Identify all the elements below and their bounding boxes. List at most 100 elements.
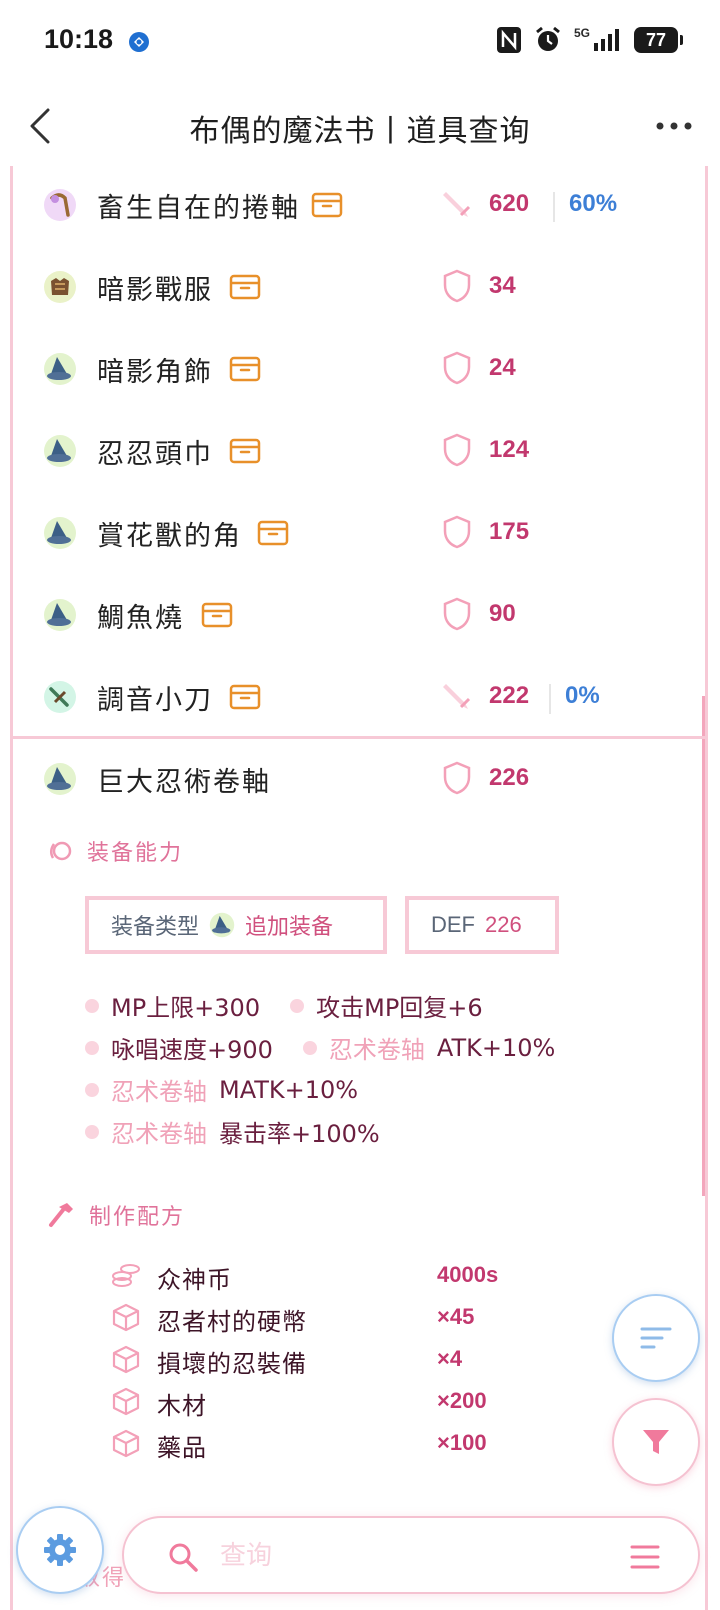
defense-value: 24 (489, 354, 516, 381)
section-title: 装备能力 (87, 841, 184, 866)
recipe-material-name: 众神币 (157, 1266, 232, 1294)
search-icon (169, 1543, 198, 1572)
bullet-dot (85, 1040, 99, 1055)
storage-box-icon (229, 356, 261, 382)
recipe-quantity: ×100 (437, 1430, 487, 1455)
item-row[interactable]: 調音小刀 222 0% (13, 658, 705, 742)
equip-type-label: 装备类型 (111, 915, 200, 940)
attack-value: 222 (489, 682, 530, 709)
defense-value: 34 (489, 272, 516, 299)
search-bar[interactable] (122, 1516, 700, 1594)
recipe-material-name: 藥品 (157, 1434, 207, 1462)
staff-icon (44, 189, 76, 221)
stat-separator (549, 684, 551, 714)
recipe-row[interactable]: 众神币 4000s (111, 1258, 671, 1298)
item-name: 暗影角飾 (97, 357, 213, 388)
recipe-row[interactable]: 忍者村的硬幣 ×45 (111, 1300, 671, 1340)
item-row[interactable]: 畜生自在的捲軸 620 60% (13, 166, 705, 250)
item-list[interactable]: 畜生自在的捲軸 620 60% 暗影戰服 34 暗影角飾 24 忍忍頭巾 124… (10, 166, 708, 1610)
hat-icon (44, 435, 76, 467)
equip-type-tag: 装备类型 追加装备 (85, 896, 387, 954)
swirl-icon (50, 841, 72, 861)
ability-entry: 忍术卷轴 MATK+10% (85, 1072, 358, 1107)
ability-section-header: 装备能力 (47, 836, 183, 866)
more-options-icon[interactable] (654, 116, 694, 136)
refine-percent: 0% (565, 682, 600, 709)
storage-box-icon (201, 602, 233, 628)
def-tag: DEF 226 (405, 896, 559, 954)
item-name: 賞花獸的角 (97, 521, 242, 552)
storage-box-icon (229, 438, 261, 464)
signal-icon (594, 29, 619, 51)
recipe-material-name: 木材 (157, 1392, 207, 1420)
recipe-quantity: 4000s (437, 1262, 499, 1287)
dagger-icon (44, 681, 76, 713)
recipe-row[interactable]: 藥品 ×100 (111, 1426, 671, 1466)
recipe-row[interactable]: 損壞的忍裝備 ×4 (111, 1342, 671, 1382)
item-name: 忍忍頭巾 (97, 439, 213, 470)
hat-icon (44, 353, 76, 385)
battery-indicator: 77 (634, 27, 683, 53)
filter-button[interactable] (612, 1398, 700, 1486)
section-title: 制作配方 (89, 1205, 186, 1230)
hat-icon (44, 517, 76, 549)
status-time: 10:18 (44, 24, 114, 54)
settings-button[interactable] (16, 1506, 104, 1594)
bullet-dot (302, 1040, 317, 1055)
menu-icon[interactable] (630, 1544, 660, 1570)
storage-box-icon (229, 684, 261, 710)
stat-separator (553, 192, 555, 222)
ability-text: MP上限+300 (111, 994, 261, 1022)
equip-type-value: 追加装备 (245, 915, 334, 940)
def-value: 226 (485, 912, 522, 937)
item-row[interactable]: 暗影角飾 24 (13, 330, 705, 414)
search-input[interactable] (220, 1534, 600, 1578)
shield-icon (443, 515, 471, 549)
item-name: 暗影戰服 (97, 275, 213, 306)
item-row[interactable]: 忍忍頭巾 124 (13, 412, 705, 496)
item-name: 畜生自在的捲軸 (97, 193, 300, 224)
ability-text: MATK+10% (219, 1075, 359, 1104)
page-title: 布偶的魔法书丨道具查询 (189, 114, 531, 149)
storage-box-icon (229, 274, 261, 300)
ability-line: 忍术卷轴 暴击率+100% (85, 1114, 398, 1149)
ability-prefix: 忍术卷轴 (111, 1078, 207, 1106)
defense-value: 175 (489, 518, 530, 545)
item-row[interactable]: 鯛魚燒 90 (13, 576, 705, 660)
def-label: DEF (431, 912, 475, 937)
ability-text: ATK+10% (436, 1033, 556, 1062)
defense-value: 124 (489, 436, 530, 463)
sort-button[interactable] (612, 1294, 700, 1382)
nav-bar: 布偶的魔法书丨道具查询 (0, 86, 720, 166)
hat-icon (44, 763, 76, 795)
attack-value: 620 (489, 190, 530, 217)
list-divider (13, 736, 705, 739)
recipe-quantity: ×4 (437, 1346, 463, 1371)
item-row[interactable]: 暗影戰服 34 (13, 248, 705, 332)
selected-item-row[interactable]: 巨大忍術卷軸 226 (13, 740, 705, 824)
ability-line: MP上限+300 攻击MP回复+6 (85, 988, 501, 1023)
network-label: 5G (573, 26, 590, 40)
ability-text: 攻击MP回复+6 (316, 994, 483, 1022)
cube-icon (112, 1387, 140, 1416)
recipe-quantity: ×45 (437, 1304, 475, 1329)
defense-value: 90 (489, 600, 516, 627)
shield-icon (443, 761, 471, 795)
shield-icon (443, 351, 471, 385)
recipe-quantity: ×200 (437, 1388, 487, 1413)
recipe-material-name: 忍者村的硬幣 (157, 1308, 307, 1336)
recipe-row[interactable]: 木材 ×200 (111, 1384, 671, 1424)
defense-value: 226 (489, 764, 530, 791)
alarm-icon (536, 26, 560, 51)
cube-icon (112, 1429, 140, 1458)
ability-entry: 忍术卷轴 ATK+10% (302, 1030, 556, 1065)
filter-icon (643, 1430, 669, 1454)
item-row[interactable]: 賞花獸的角 175 (13, 494, 705, 578)
coins-icon (112, 1264, 140, 1287)
hat-icon (209, 912, 235, 938)
bullet-dot (85, 1082, 99, 1097)
ability-line: 咏唱速度+900 忍术卷轴 ATK+10% (85, 1030, 573, 1065)
storage-box-icon (257, 520, 289, 546)
bullet-dot (85, 1124, 99, 1139)
bullet-dot (85, 998, 99, 1013)
